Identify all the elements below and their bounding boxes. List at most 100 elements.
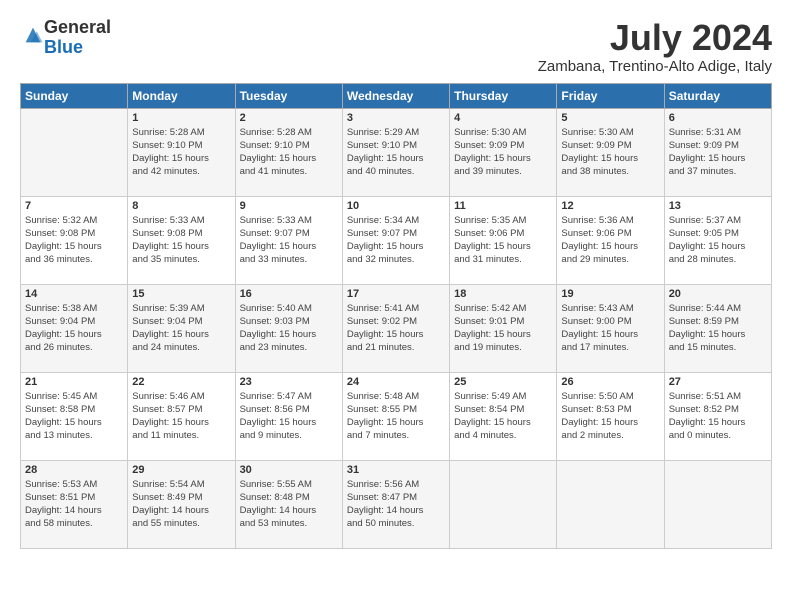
calendar-cell: 14 Sunrise: 5:38 AM Sunset: 9:04 PM Dayli… xyxy=(21,284,128,372)
logo-general-text: General xyxy=(44,17,111,37)
logo-blue-text: Blue xyxy=(44,37,83,57)
calendar-cell: 16 Sunrise: 5:40 AM Sunset: 9:03 PM Dayli… xyxy=(235,284,342,372)
calendar-header: Sunday Monday Tuesday Wednesday Thursday… xyxy=(21,83,772,108)
day-info: Sunrise: 5:30 AM Sunset: 9:09 PM Dayligh… xyxy=(561,126,659,179)
day-info: Sunrise: 5:40 AM Sunset: 9:03 PM Dayligh… xyxy=(240,302,338,355)
day-info: Sunrise: 5:33 AM Sunset: 9:08 PM Dayligh… xyxy=(132,214,230,267)
day-info: Sunrise: 5:41 AM Sunset: 9:02 PM Dayligh… xyxy=(347,302,445,355)
day-info: Sunrise: 5:47 AM Sunset: 8:56 PM Dayligh… xyxy=(240,390,338,443)
day-info: Sunrise: 5:29 AM Sunset: 9:10 PM Dayligh… xyxy=(347,126,445,179)
calendar-cell: 1 Sunrise: 5:28 AM Sunset: 9:10 PM Daylig… xyxy=(128,108,235,196)
month-title: July 2024 xyxy=(538,18,772,58)
logo: General Blue xyxy=(20,18,111,58)
logo-icon xyxy=(22,24,44,46)
day-number: 23 xyxy=(240,376,338,388)
day-number: 15 xyxy=(132,288,230,300)
calendar-cell: 8 Sunrise: 5:33 AM Sunset: 9:08 PM Daylig… xyxy=(128,196,235,284)
location-title: Zambana, Trentino-Alto Adige, Italy xyxy=(538,58,772,75)
calendar-cell: 4Sunrise: 5:30 AM Sunset: 9:09 PM Daylig… xyxy=(450,108,557,196)
day-info: Sunrise: 5:39 AM Sunset: 9:04 PM Dayligh… xyxy=(132,302,230,355)
day-number: 13 xyxy=(669,200,767,212)
calendar-cell xyxy=(664,460,771,548)
day-info: Sunrise: 5:44 AM Sunset: 8:59 PM Dayligh… xyxy=(669,302,767,355)
calendar-cell: 2Sunrise: 5:28 AM Sunset: 9:10 PM Daylig… xyxy=(235,108,342,196)
calendar-cell: 23 Sunrise: 5:47 AM Sunset: 8:56 PM Dayli… xyxy=(235,372,342,460)
day-number: 17 xyxy=(347,288,445,300)
day-info: Sunrise: 5:42 AM Sunset: 9:01 PM Dayligh… xyxy=(454,302,552,355)
calendar-cell: 15 Sunrise: 5:39 AM Sunset: 9:04 PM Dayli… xyxy=(128,284,235,372)
day-info: Sunrise: 5:35 AM Sunset: 9:06 PM Dayligh… xyxy=(454,214,552,267)
calendar-cell: 21Sunrise: 5:45 AM Sunset: 8:58 PM Dayli… xyxy=(21,372,128,460)
calendar-week-3: 14 Sunrise: 5:38 AM Sunset: 9:04 PM Dayli… xyxy=(21,284,772,372)
day-number: 10 xyxy=(347,200,445,212)
calendar-cell: 22 Sunrise: 5:46 AM Sunset: 8:57 PM Dayli… xyxy=(128,372,235,460)
day-number: 11 xyxy=(454,200,552,212)
calendar-cell: 7Sunrise: 5:32 AM Sunset: 9:08 PM Daylig… xyxy=(21,196,128,284)
calendar-cell: 6 Sunrise: 5:31 AM Sunset: 9:09 PM Daylig… xyxy=(664,108,771,196)
header-saturday: Saturday xyxy=(664,83,771,108)
day-info: Sunrise: 5:28 AM Sunset: 9:10 PM Dayligh… xyxy=(132,126,230,179)
day-number: 31 xyxy=(347,464,445,476)
day-number: 6 xyxy=(669,112,767,124)
day-info: Sunrise: 5:31 AM Sunset: 9:09 PM Dayligh… xyxy=(669,126,767,179)
day-number: 16 xyxy=(240,288,338,300)
calendar-body: 1 Sunrise: 5:28 AM Sunset: 9:10 PM Daylig… xyxy=(21,108,772,548)
day-info: Sunrise: 5:51 AM Sunset: 8:52 PM Dayligh… xyxy=(669,390,767,443)
calendar-cell: 20 Sunrise: 5:44 AM Sunset: 8:59 PM Dayli… xyxy=(664,284,771,372)
day-info: Sunrise: 5:48 AM Sunset: 8:55 PM Dayligh… xyxy=(347,390,445,443)
day-number: 14 xyxy=(25,288,123,300)
calendar-week-4: 21Sunrise: 5:45 AM Sunset: 8:58 PM Dayli… xyxy=(21,372,772,460)
day-info: Sunrise: 5:34 AM Sunset: 9:07 PM Dayligh… xyxy=(347,214,445,267)
day-number: 26 xyxy=(561,376,659,388)
calendar-cell: 28Sunrise: 5:53 AM Sunset: 8:51 PM Dayli… xyxy=(21,460,128,548)
day-number: 5 xyxy=(561,112,659,124)
calendar-table: Sunday Monday Tuesday Wednesday Thursday… xyxy=(20,83,772,549)
calendar-cell: 29Sunrise: 5:54 AM Sunset: 8:49 PM Dayli… xyxy=(128,460,235,548)
day-info: Sunrise: 5:37 AM Sunset: 9:05 PM Dayligh… xyxy=(669,214,767,267)
day-number: 20 xyxy=(669,288,767,300)
calendar-cell: 25 Sunrise: 5:49 AM Sunset: 8:54 PM Dayli… xyxy=(450,372,557,460)
day-number: 19 xyxy=(561,288,659,300)
day-number: 21 xyxy=(25,376,123,388)
day-number: 22 xyxy=(132,376,230,388)
calendar-cell: 13 Sunrise: 5:37 AM Sunset: 9:05 PM Dayli… xyxy=(664,196,771,284)
day-number: 8 xyxy=(132,200,230,212)
calendar-cell: 9Sunrise: 5:33 AM Sunset: 9:07 PM Daylig… xyxy=(235,196,342,284)
day-info: Sunrise: 5:33 AM Sunset: 9:07 PM Dayligh… xyxy=(240,214,338,267)
day-number: 24 xyxy=(347,376,445,388)
day-info: Sunrise: 5:49 AM Sunset: 8:54 PM Dayligh… xyxy=(454,390,552,443)
day-info: Sunrise: 5:32 AM Sunset: 9:08 PM Dayligh… xyxy=(25,214,123,267)
header-sunday: Sunday xyxy=(21,83,128,108)
day-number: 30 xyxy=(240,464,338,476)
day-number: 3 xyxy=(347,112,445,124)
day-info: Sunrise: 5:43 AM Sunset: 9:00 PM Dayligh… xyxy=(561,302,659,355)
day-info: Sunrise: 5:50 AM Sunset: 8:53 PM Dayligh… xyxy=(561,390,659,443)
header-wednesday: Wednesday xyxy=(342,83,449,108)
calendar-cell: 18 Sunrise: 5:42 AM Sunset: 9:01 PM Dayli… xyxy=(450,284,557,372)
calendar-cell: 30 Sunrise: 5:55 AM Sunset: 8:48 PM Dayli… xyxy=(235,460,342,548)
calendar-cell: 10 Sunrise: 5:34 AM Sunset: 9:07 PM Dayli… xyxy=(342,196,449,284)
day-info: Sunrise: 5:54 AM Sunset: 8:49 PM Dayligh… xyxy=(132,478,230,531)
calendar-cell xyxy=(450,460,557,548)
day-info: Sunrise: 5:55 AM Sunset: 8:48 PM Dayligh… xyxy=(240,478,338,531)
day-number: 4 xyxy=(454,112,552,124)
header-thursday: Thursday xyxy=(450,83,557,108)
day-number: 18 xyxy=(454,288,552,300)
day-info: Sunrise: 5:36 AM Sunset: 9:06 PM Dayligh… xyxy=(561,214,659,267)
header-row: Sunday Monday Tuesday Wednesday Thursday… xyxy=(21,83,772,108)
calendar-cell: 19 Sunrise: 5:43 AM Sunset: 9:00 PM Dayli… xyxy=(557,284,664,372)
calendar-cell: 12Sunrise: 5:36 AM Sunset: 9:06 PM Dayli… xyxy=(557,196,664,284)
day-info: Sunrise: 5:56 AM Sunset: 8:47 PM Dayligh… xyxy=(347,478,445,531)
day-number: 25 xyxy=(454,376,552,388)
day-info: Sunrise: 5:46 AM Sunset: 8:57 PM Dayligh… xyxy=(132,390,230,443)
header-monday: Monday xyxy=(128,83,235,108)
calendar-week-5: 28Sunrise: 5:53 AM Sunset: 8:51 PM Dayli… xyxy=(21,460,772,548)
calendar-cell xyxy=(21,108,128,196)
day-number: 1 xyxy=(132,112,230,124)
day-info: Sunrise: 5:38 AM Sunset: 9:04 PM Dayligh… xyxy=(25,302,123,355)
calendar-cell xyxy=(557,460,664,548)
calendar-cell: 24 Sunrise: 5:48 AM Sunset: 8:55 PM Dayli… xyxy=(342,372,449,460)
calendar-cell: 3 Sunrise: 5:29 AM Sunset: 9:10 PM Daylig… xyxy=(342,108,449,196)
calendar-week-1: 1 Sunrise: 5:28 AM Sunset: 9:10 PM Daylig… xyxy=(21,108,772,196)
calendar-cell: 17 Sunrise: 5:41 AM Sunset: 9:02 PM Dayli… xyxy=(342,284,449,372)
